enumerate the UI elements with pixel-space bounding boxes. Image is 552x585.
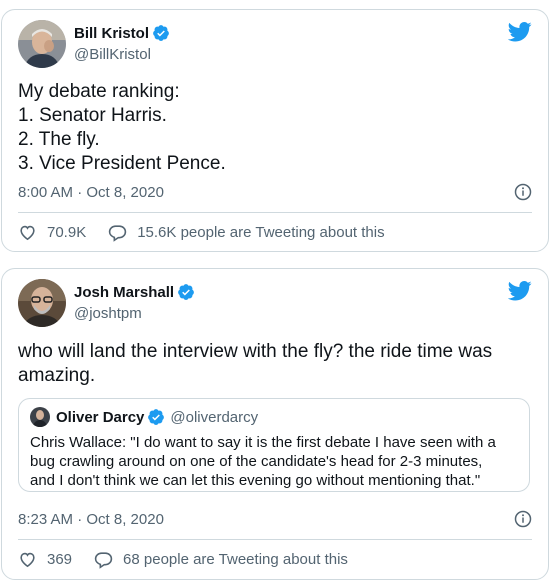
info-icon[interactable] — [514, 183, 532, 201]
tweet-text: who will land the interview with the fly… — [18, 340, 492, 388]
heart-icon — [20, 552, 35, 568]
divider — [18, 212, 532, 213]
quoted-text: Chris Wallace: "I do want to say it is t… — [30, 433, 496, 490]
like-count: 70.9K — [47, 224, 87, 241]
avatar[interactable] — [18, 279, 66, 327]
quoted-author-name: Oliver Darcy — [56, 408, 145, 426]
tweet-actions: 70.9K 15.6K people are Tweeting about th… — [18, 223, 385, 242]
like-count: 369 — [47, 551, 73, 568]
like-button[interactable]: 369 — [18, 550, 72, 569]
divider — [18, 539, 532, 540]
twitter-bird-icon[interactable] — [508, 22, 532, 42]
tweet-text-line: 3. Vice President Pence. — [18, 153, 226, 174]
info-icon[interactable] — [514, 510, 532, 528]
author-name[interactable]: Josh Marshall — [74, 284, 174, 301]
tweet-text-line: 2. The fly. — [18, 129, 100, 150]
tweet-text-line: amazing. — [18, 365, 96, 386]
avatar[interactable] — [18, 20, 66, 68]
heart-icon — [20, 225, 35, 241]
quoted-text-line: and I don't think we can let this evenin… — [30, 472, 481, 489]
like-button[interactable]: 70.9K — [18, 223, 86, 242]
quoted-avatar — [30, 407, 50, 427]
tweet-text-line: My debate ranking: — [18, 81, 180, 102]
verified-badge-icon — [153, 25, 169, 41]
tweet-text: My debate ranking: 1. Senator Harris. 2.… — [18, 80, 226, 176]
tweet-actions: 369 68 people are Tweeting about this — [18, 550, 348, 569]
quoted-text-line: bug crawling around on one of the candid… — [30, 453, 483, 470]
quoted-tweet[interactable]: Oliver Darcy @oliverdarcy Chris Wallace:… — [18, 398, 530, 492]
quoted-author-handle: @oliverdarcy — [170, 408, 259, 426]
tweeting-about-text: 15.6K people are Tweeting about this — [137, 224, 385, 241]
twitter-bird-icon[interactable] — [508, 281, 532, 301]
reply-bubble-icon — [94, 552, 113, 569]
author-handle[interactable]: @BillKristol — [74, 46, 151, 63]
tweet-text-line: 1. Senator Harris. — [18, 105, 167, 126]
tweet-card-marshall[interactable]: Josh Marshall @joshtpm who will land the… — [1, 268, 549, 580]
tweeting-about-link[interactable]: 15.6K people are Tweeting about this — [108, 223, 385, 242]
tweeting-about-text: 68 people are Tweeting about this — [123, 551, 348, 568]
author-handle[interactable]: @joshtpm — [74, 305, 142, 322]
author-name[interactable]: Bill Kristol — [74, 25, 149, 42]
tweet-card-kristol[interactable]: Bill Kristol @BillKristol My debate rank… — [1, 9, 549, 252]
verified-badge-icon — [178, 284, 194, 300]
quoted-text-line: Chris Wallace: "I do want to say it is t… — [30, 434, 496, 451]
reply-bubble-icon — [108, 225, 127, 242]
verified-badge-icon — [148, 409, 165, 425]
tweeting-about-link[interactable]: 68 people are Tweeting about this — [94, 550, 348, 569]
tweet-timestamp[interactable]: 8:23 AM · Oct 8, 2020 — [18, 511, 164, 528]
tweet-text-line: who will land the interview with the fly… — [18, 341, 493, 362]
tweet-timestamp[interactable]: 8:00 AM · Oct 8, 2020 — [18, 184, 164, 201]
